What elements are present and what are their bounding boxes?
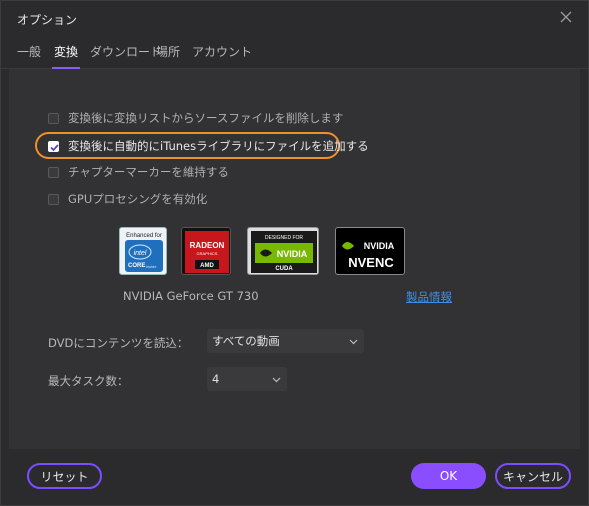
chevron-down-icon <box>349 339 358 345</box>
nvidia-nvenc-logo: NVIDIA NVENC <box>335 227 405 275</box>
tab-convert[interactable]: 変換 <box>51 43 81 69</box>
option-gpu-processing-label: GPUプロセシングを有効化 <box>68 192 208 206</box>
checkbox-delete-source[interactable] <box>48 112 59 124</box>
max-tasks-label: 最大タスク数： <box>48 374 129 388</box>
amd-radeon-logo: RADEON GRAPHICS AMD <box>181 227 231 275</box>
checkbox-gpu-processing[interactable] <box>48 193 59 205</box>
tab-download[interactable]: ダウンロード <box>90 43 162 67</box>
tab-general[interactable]: 一般 <box>17 43 41 67</box>
option-add-to-itunes-label: 変換後に自動的にiTunesライブラリにファイルを追加する <box>68 139 369 153</box>
checkbox-keep-chapters[interactable] <box>48 166 59 178</box>
svg-text:NVIDIA: NVIDIA <box>364 241 395 251</box>
product-info-link[interactable]: 製品情報 <box>406 289 452 305</box>
reset-button[interactable]: リセット <box>27 463 102 489</box>
gpu-name: NVIDIA GeForce GT 730 <box>123 289 259 303</box>
checkbox-add-to-itunes[interactable] <box>48 140 59 152</box>
svg-text:inside: inside <box>146 264 157 269</box>
svg-text:NVENC: NVENC <box>348 255 394 270</box>
check-icon <box>50 143 59 151</box>
close-icon[interactable] <box>558 9 574 25</box>
svg-text:DESIGNED FOR: DESIGNED FOR <box>265 235 303 241</box>
svg-text:GRAPHICS: GRAPHICS <box>197 251 218 256</box>
option-delete-source-label: 変換後に変換リストからソースファイルを削除します <box>68 111 344 125</box>
max-tasks-value: 4 <box>212 372 220 386</box>
option-add-to-itunes[interactable]: 変換後に自動的にiTunesライブラリにファイルを追加する <box>48 137 369 155</box>
dvd-load-label: DVDにコンテンツを読込： <box>48 336 189 350</box>
option-delete-source[interactable]: 変換後に変換リストからソースファイルを削除します <box>48 109 343 127</box>
max-tasks-select[interactable]: 4 <box>207 367 287 391</box>
tab-bar: 一般 変換 ダウンロード 場所 アカウント <box>1 37 588 69</box>
svg-text:NVIDIA: NVIDIA <box>277 249 308 259</box>
ok-button[interactable]: OK <box>411 463 486 489</box>
dialog-title: オプション <box>17 13 78 27</box>
option-keep-chapters-label: チャプターマーカーを維持する <box>68 165 229 179</box>
options-dialog: オプション 一般 変換 ダウンロード 場所 アカウント 変換後に変換リストからソ… <box>0 0 589 506</box>
chevron-down-icon <box>272 377 281 383</box>
tab-account[interactable]: アカウント <box>192 43 252 67</box>
svg-text:CUDA: CUDA <box>275 266 293 272</box>
dvd-load-value: すべての動画 <box>212 334 280 348</box>
option-gpu-processing[interactable]: GPUプロセシングを有効化 <box>48 190 207 208</box>
svg-text:Enhanced for: Enhanced for <box>126 233 162 239</box>
title-bar: オプション <box>1 1 588 37</box>
svg-text:AMD: AMD <box>200 263 214 269</box>
cancel-button[interactable]: キャンセル <box>495 463 571 489</box>
svg-text:CORE: CORE <box>128 263 145 269</box>
option-keep-chapters[interactable]: チャプターマーカーを維持する <box>48 163 229 181</box>
dvd-load-select[interactable]: すべての動画 <box>207 329 364 353</box>
tab-location[interactable]: 場所 <box>156 43 180 67</box>
intel-core-logo: Enhanced for intel CORE inside <box>119 227 167 275</box>
svg-text:RADEON: RADEON <box>190 241 225 250</box>
svg-text:intel: intel <box>134 250 147 257</box>
nvidia-cuda-logo: DESIGNED FOR NVIDIA CUDA <box>247 227 319 275</box>
